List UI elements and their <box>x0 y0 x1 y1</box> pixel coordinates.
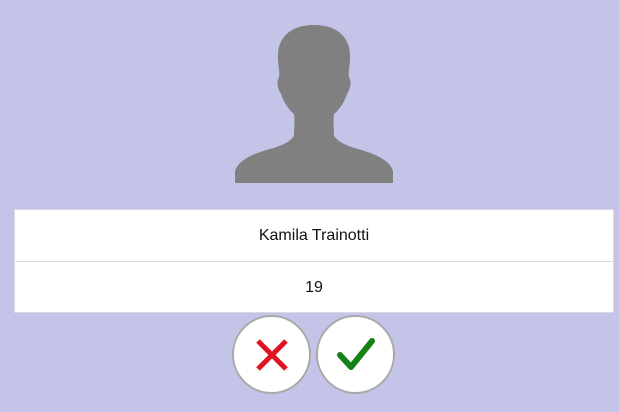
profile-avatar <box>234 24 394 184</box>
accept-button[interactable] <box>316 315 395 394</box>
action-buttons <box>232 315 395 394</box>
reject-button[interactable] <box>232 315 311 394</box>
checkmark-icon <box>336 337 375 370</box>
close-x-icon <box>255 338 288 371</box>
profile-name: Kamila Trainotti <box>258 226 370 244</box>
profile-info-card: Kamila Trainotti 19 <box>14 209 614 313</box>
user-silhouette-icon <box>235 25 393 183</box>
profile-age: 19 <box>15 261 613 313</box>
